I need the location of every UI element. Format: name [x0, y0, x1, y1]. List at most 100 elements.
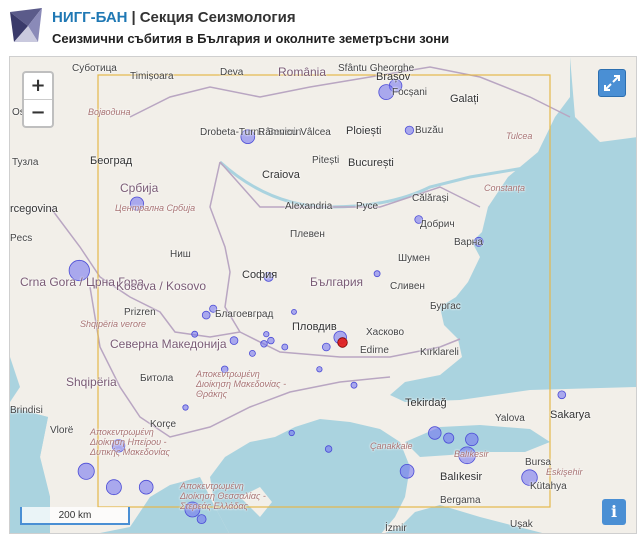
map-label: Brașov: [376, 71, 411, 83]
event-marker[interactable]: [138, 479, 154, 495]
event-marker[interactable]: [260, 340, 268, 348]
event-marker[interactable]: [404, 125, 414, 135]
map-label: Хасково: [366, 327, 405, 338]
event-marker[interactable]: [201, 310, 211, 320]
map-label: Çanakkale: [370, 441, 413, 451]
fullscreen-button[interactable]: [598, 69, 626, 97]
map-label: Плевен: [290, 229, 325, 240]
map-label: Edirne: [360, 345, 389, 356]
event-marker[interactable]: [316, 366, 323, 373]
map-label: България: [310, 275, 364, 289]
map-label: Ploiești: [346, 125, 382, 137]
map-label: Timișoara: [130, 71, 174, 82]
info-button[interactable]: i: [602, 499, 626, 525]
map-label: Αποκεντρωμένη Διοίκηση Μακεδονίας - Θράκ…: [196, 369, 287, 399]
map-label: Сливен: [390, 281, 425, 292]
zoom-control[interactable]: + −: [22, 71, 54, 128]
event-marker[interactable]: [443, 432, 455, 444]
map-label: Tekirdağ: [405, 397, 447, 409]
map-label: Kırklareli: [420, 347, 459, 358]
latest-event-marker[interactable]: [337, 337, 348, 348]
map-label: Craiova: [262, 169, 300, 181]
map-label: Αποκεντρωμένη Διοίκηση Ηπείρου - Δυτικής…: [90, 427, 170, 457]
event-marker[interactable]: [106, 479, 122, 496]
map-label: Prizren: [124, 307, 156, 318]
zoom-in-button[interactable]: +: [24, 73, 52, 99]
section-name: Секция Сеизмология: [139, 9, 296, 26]
map-label: România: [278, 65, 327, 79]
map-label: Râmnicu Vâlcea: [258, 127, 331, 138]
map-label: Суботица: [72, 63, 117, 74]
map-label: Balıkesir: [440, 471, 483, 483]
event-marker[interactable]: [248, 349, 256, 357]
event-marker[interactable]: [77, 462, 95, 480]
map-label: София: [242, 269, 278, 281]
map-label: Централна Србија: [115, 203, 196, 213]
event-marker[interactable]: [465, 432, 479, 447]
map-label: Shqipëria verore: [80, 319, 147, 329]
event-marker[interactable]: [267, 336, 275, 345]
map-label: Constanța: [484, 183, 526, 193]
map-label: Северна Македонија: [110, 337, 227, 351]
map-label: Vlorë: [50, 425, 74, 436]
map-label: Călărași: [412, 193, 449, 204]
event-marker[interactable]: [557, 390, 567, 400]
map-label: Бургас: [430, 301, 461, 312]
map-label: Србија: [120, 181, 159, 195]
map-label: Focșani: [392, 87, 428, 98]
map-label: rcegovina: [10, 203, 58, 215]
event-marker[interactable]: [196, 514, 207, 525]
map-label: Благоевград: [215, 309, 274, 320]
map-label: Шумен: [398, 253, 431, 264]
map-label: Eskişehir: [546, 467, 583, 477]
event-marker[interactable]: [373, 270, 381, 278]
event-marker[interactable]: [399, 463, 415, 479]
expand-arrows-icon: [604, 75, 620, 91]
event-marker[interactable]: [428, 426, 442, 440]
scale-bar: 200 km: [20, 507, 130, 525]
map-label: Shqipëria: [66, 375, 117, 389]
map-label: Kosova / Kosovo: [116, 279, 207, 293]
event-marker[interactable]: [321, 342, 331, 352]
map-label: Brindisi: [10, 405, 43, 416]
event-marker[interactable]: [182, 404, 189, 411]
event-marker[interactable]: [229, 336, 239, 345]
map-label: Αποκεντρωμένη Διοίκηση Θεσσαλίας - Στερε…: [180, 481, 266, 511]
map-label: Београд: [90, 155, 133, 167]
map-label: Ниш: [170, 249, 191, 260]
map-label: Sakarya: [550, 409, 591, 421]
title-separator: |: [131, 9, 136, 26]
event-marker[interactable]: [288, 429, 295, 437]
map-label: Варна: [454, 237, 483, 248]
map-label: Битола: [140, 373, 174, 384]
page-subtitle: Сеизмични събития в България и околните …: [52, 31, 450, 46]
map-label: Balıkesir: [454, 449, 489, 459]
seismic-map[interactable]: Суботица Timișoara Deva România Sfântu Gheor…: [9, 56, 637, 534]
page-title: НИГГ-БАН | Секция Сеизмология: [52, 9, 296, 26]
map-label: Bergama: [440, 495, 481, 506]
event-marker[interactable]: [263, 331, 270, 338]
map-label: İzmir: [385, 523, 407, 534]
event-marker[interactable]: [350, 381, 358, 389]
org-name[interactable]: НИГГ-БАН: [52, 9, 128, 26]
map-label: Buzău: [415, 125, 444, 136]
zoom-out-button[interactable]: −: [24, 99, 52, 126]
map-label: Pitești: [312, 155, 340, 166]
map-label: Deva: [220, 67, 244, 78]
map-label: Pecs: [10, 233, 33, 244]
nigg-logo-icon: [10, 8, 42, 42]
map-label: Русе: [356, 201, 379, 212]
app-header: НИГГ-БАН | Секция Сеизмология Сеизмични съ…: [0, 0, 640, 56]
event-marker[interactable]: [324, 445, 333, 453]
map-label: Добрич: [420, 219, 455, 230]
map-label: Galați: [450, 93, 479, 105]
map-label: Uşak: [510, 519, 533, 530]
map-label: Војводина: [88, 107, 131, 117]
map-label: Alexandria: [285, 201, 333, 212]
map-label: Yalova: [495, 413, 525, 424]
event-marker[interactable]: [291, 308, 297, 315]
map-label: București: [348, 157, 394, 169]
map-label: Kütahya: [530, 481, 567, 492]
map-label: Тузла: [12, 157, 39, 168]
event-marker[interactable]: [281, 343, 289, 351]
